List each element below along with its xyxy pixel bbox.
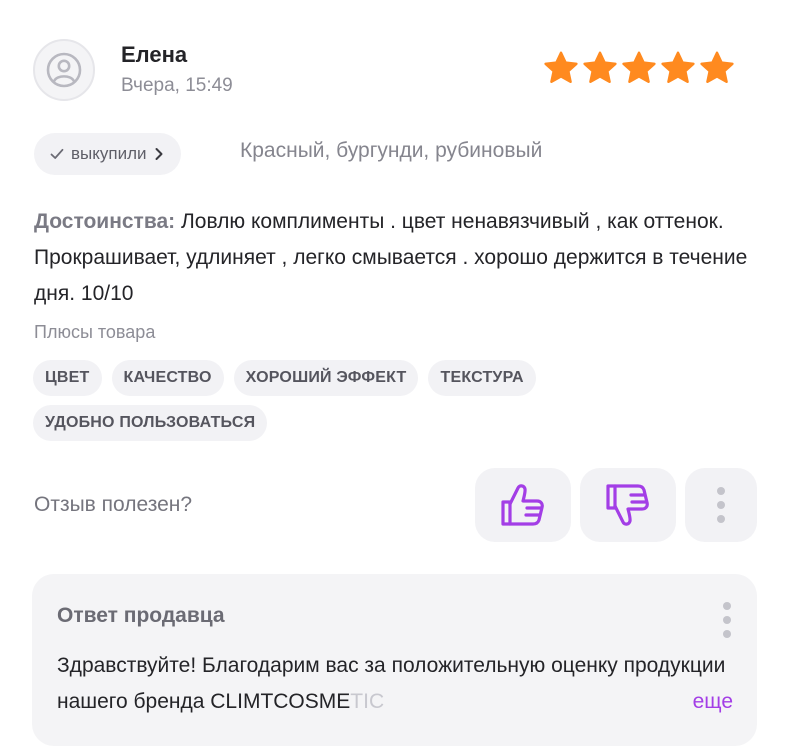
star-icon	[661, 51, 695, 83]
rating-stars	[543, 50, 735, 86]
purchased-badge[interactable]: выкупили	[34, 133, 181, 175]
more-vertical-icon	[723, 602, 731, 638]
seller-reply-title: Ответ продавца	[57, 604, 225, 627]
chevron-right-icon	[155, 148, 162, 160]
star-icon	[622, 51, 656, 83]
pros-tag: ХОРОШИЙ ЭФФЕКТ	[233, 360, 419, 396]
more-options-button[interactable]	[685, 468, 757, 542]
pros-tag: КАЧЕСТВО	[111, 360, 224, 396]
helpful-question: Отзыв полезен?	[34, 493, 193, 516]
dislike-button[interactable]	[580, 468, 676, 542]
pros-tag: ТЕКСТУРА	[428, 360, 536, 396]
review-text: Достоинства: Ловлю комплименты . цвет не…	[34, 204, 754, 312]
thumbs-up-icon	[501, 484, 544, 526]
review-date: Вчера, 15:49	[121, 75, 233, 96]
check-icon	[50, 148, 64, 159]
author-name: Елена	[121, 42, 188, 67]
product-variant: Красный, бургунди, рубиновый	[240, 139, 543, 162]
pros-title: Плюсы товара	[34, 322, 156, 342]
read-more-link[interactable]: еще	[686, 684, 733, 720]
more-vertical-icon	[717, 487, 725, 523]
seller-reply-menu-button[interactable]	[721, 600, 733, 645]
advantages-label: Достоинства:	[34, 210, 176, 233]
pros-tag: УДОБНО ПОЛЬЗОВАТЬСЯ	[33, 405, 268, 441]
seller-reply-text-faded: TIC	[350, 690, 385, 713]
pros-tags: ЦВЕТ КАЧЕСТВО ХОРОШИЙ ЭФФЕКТ ТЕКСТУРА УД…	[33, 360, 633, 441]
pros-tag: ЦВЕТ	[33, 360, 102, 396]
star-icon	[700, 51, 734, 83]
avatar	[33, 39, 95, 101]
like-button[interactable]	[475, 468, 571, 542]
star-icon	[583, 51, 617, 83]
seller-reply: Ответ продавца Здравствуйте! Благодарим …	[32, 574, 757, 746]
purchased-badge-label: выкупили	[71, 144, 147, 163]
thumbs-down-icon	[606, 484, 649, 526]
user-icon	[46, 52, 82, 88]
star-icon	[544, 51, 578, 83]
